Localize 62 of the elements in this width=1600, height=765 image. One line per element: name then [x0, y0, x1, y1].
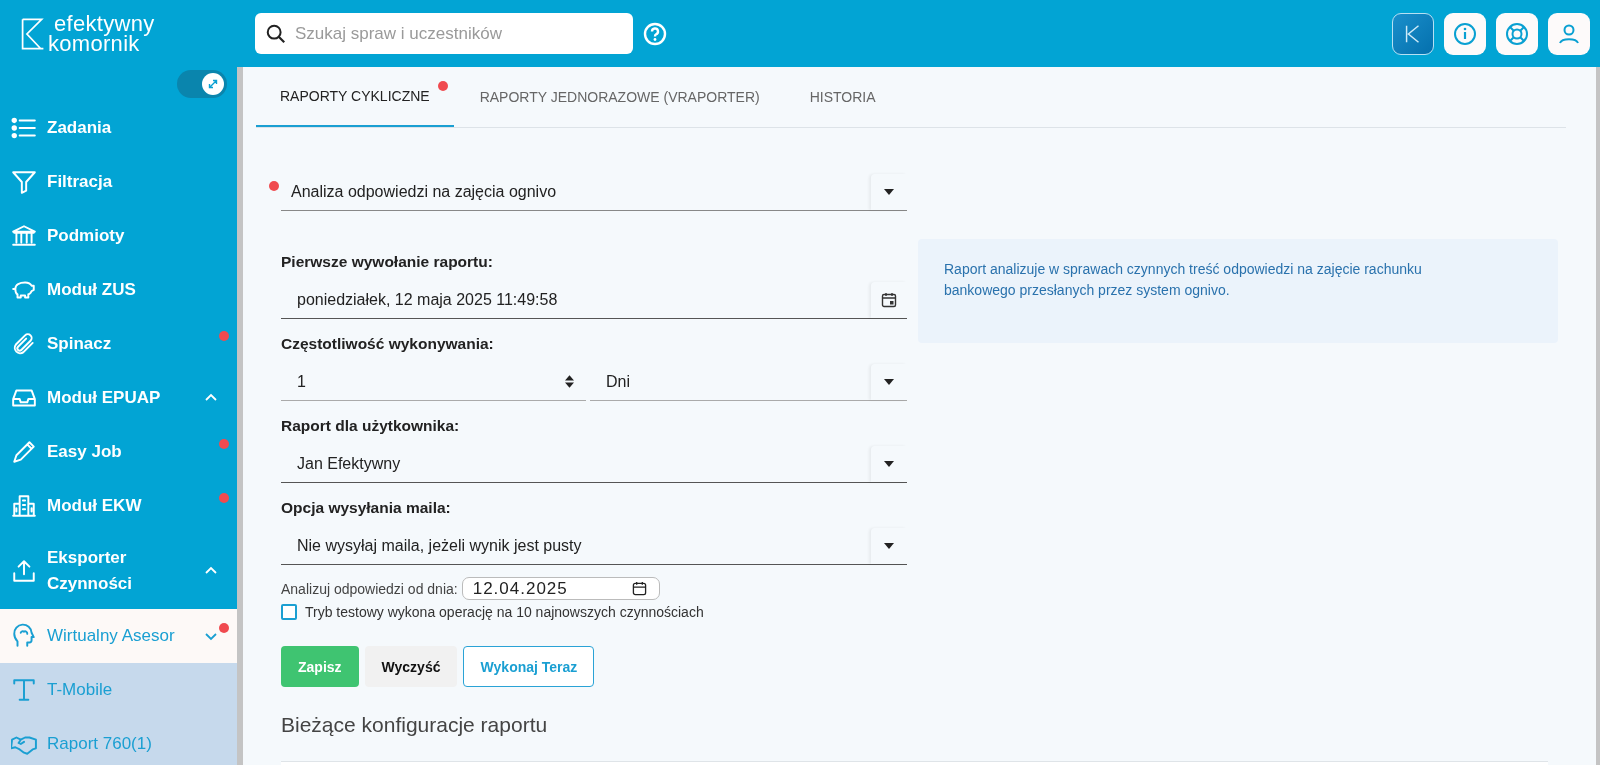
search-icon [265, 23, 287, 45]
section-heading: Bieżące konfiguracje raportu [281, 713, 549, 737]
user-button[interactable] [1548, 12, 1590, 55]
number-field[interactable]: 1 [281, 363, 586, 401]
mail-option-select[interactable]: Nie wysyłaj maila, jeżeli wynik jest pusty [281, 527, 907, 565]
action-button[interactable]: Wyczyść [364, 646, 458, 687]
date-field[interactable]: 12.04.2025 [461, 577, 660, 600]
pencil-icon [11, 439, 37, 465]
filter-icon [11, 169, 37, 195]
caret-icon [884, 460, 894, 467]
logo-button[interactable] [1392, 12, 1434, 55]
list-icon [11, 115, 37, 141]
sidebar-item[interactable]: Podmioty [0, 209, 237, 263]
sidebar-toggle[interactable] [177, 70, 227, 98]
expand-icon [206, 77, 220, 91]
building-icon [11, 493, 37, 519]
user-select[interactable]: Jan Efektywny [281, 445, 907, 483]
info-button[interactable] [1444, 12, 1486, 55]
search-field[interactable]: Szukaj spraw i uczestników [255, 13, 633, 54]
tab[interactable]: RAPORTY JEDNORAZOWE (VRAPORTER) [455, 67, 784, 127]
sidebar-subitem[interactable]: T-Mobile [0, 663, 237, 717]
report-select[interactable]: Analiza odpowiedzi na zajęcia ognivo [281, 173, 907, 211]
sidebar-item[interactable]: Spinacz [0, 317, 237, 371]
sidebar-item[interactable]: Moduł EKW [0, 479, 237, 533]
info-text: Raport analizuje w sprawach czynnych treść odpowiedzi na zajęcie rachunku bankowego przesłanych przez system ognivo. [944, 260, 1423, 300]
text-icon [11, 677, 37, 703]
sidebar-item[interactable]: Eksporter Czynności [0, 533, 237, 609]
checkbox-label: Tryb testowy wykona operację na 10 najnowszych czynnościach [305, 604, 704, 620]
tab[interactable]: HISTORIA [785, 67, 900, 127]
sidebar-item[interactable]: Wirtualny Asesor [0, 609, 237, 663]
logo-text: efektywny [54, 13, 155, 34]
unit-select[interactable]: Dni [590, 363, 907, 401]
sidebar-item[interactable]: Zadania [0, 101, 237, 155]
spinner-icon[interactable] [565, 375, 574, 388]
help-icon[interactable] [643, 21, 667, 46]
caret-icon [884, 378, 894, 385]
calendar-icon[interactable] [631, 581, 647, 596]
info-icon [1453, 21, 1477, 46]
caret-icon [884, 188, 894, 195]
caret-icon [884, 542, 894, 549]
upload-icon [11, 558, 37, 584]
sidebar-item[interactable]: Moduł EPUAP [0, 371, 237, 425]
logo[interactable]: efektywny komornik [20, 13, 255, 54]
sidebar-item[interactable]: Filtracja [0, 155, 237, 209]
action-button[interactable]: Wykonaj Teraz [463, 646, 595, 687]
sidebar-item[interactable]: Easy Job [0, 425, 237, 479]
sidebar-item[interactable]: Moduł ZUS [0, 263, 237, 317]
lifebuoy-icon [1505, 21, 1529, 46]
field-label: Raport dla użytkownika: [281, 417, 461, 435]
field-label: Opcja wysyłania maila: [281, 499, 452, 517]
action-button[interactable]: Zapisz [281, 646, 359, 687]
field-label: Pierwsze wywołanie raportu: [281, 253, 494, 271]
bank-icon [11, 223, 37, 249]
checkbox[interactable] [281, 604, 297, 620]
help-button[interactable] [1496, 12, 1538, 55]
calendar-icon [881, 291, 897, 308]
field-label: Analizuj odpowiedzi od dnia: [281, 580, 458, 597]
sidebar-subitem[interactable]: Raport 760(1) [0, 717, 237, 765]
field-label: Częstotliwość wykonywania: [281, 335, 495, 353]
head-icon [11, 623, 37, 649]
datetime-field[interactable]: poniedziałek, 12 maja 2025 11:49:58 [281, 281, 907, 319]
tab[interactable]: RAPORTY CYKLICZNE [256, 67, 454, 127]
